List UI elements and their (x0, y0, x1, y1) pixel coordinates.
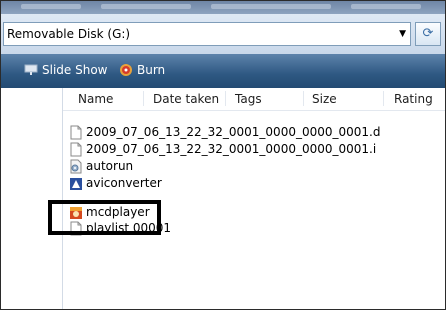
document-icon (70, 142, 82, 156)
column-rating[interactable]: Rating (394, 92, 433, 106)
address-bar: Removable Disk (G:) ▼ ⟳ (1, 14, 445, 54)
highlight-box (48, 200, 161, 235)
burn-icon (120, 64, 132, 76)
column-name[interactable]: Name (78, 92, 113, 106)
slideshow-icon (24, 64, 38, 75)
explorer-window: Removable Disk (G:) ▼ ⟳ Slide Show Burn … (0, 0, 446, 310)
file-name: autorun (86, 159, 134, 173)
file-row[interactable]: 2009_07_06_13_22_32_0001_0000_0000_0001.… (69, 124, 380, 140)
file-row[interactable]: autorun (69, 158, 133, 174)
navigation-divider (62, 88, 63, 309)
slideshow-label: Slide Show (42, 63, 108, 77)
file-row[interactable]: 2009_07_06_13_22_32_0001_0000_0000_0001.… (69, 141, 376, 157)
address-text: Removable Disk (G:) (7, 27, 131, 41)
document-icon (70, 125, 82, 139)
command-toolbar: Slide Show Burn (1, 54, 445, 88)
file-row[interactable]: aviconverter (69, 175, 162, 191)
file-name: aviconverter (86, 176, 162, 190)
column-date-taken[interactable]: Date taken (153, 92, 219, 106)
settings-file-icon (70, 159, 82, 173)
column-header-row: Name Date taken Tags Size Rating (63, 88, 445, 111)
column-tags[interactable]: Tags (235, 92, 262, 106)
column-size[interactable]: Size (312, 92, 337, 106)
refresh-icon[interactable]: ⟳ (415, 22, 441, 46)
burn-button[interactable]: Burn (119, 63, 165, 77)
title-bar (1, 1, 445, 14)
file-name: 2009_07_06_13_22_32_0001_0000_0000_0001.… (86, 142, 377, 156)
file-name: 2009_07_06_13_22_32_0001_0000_0000_0001.… (86, 125, 381, 139)
address-field[interactable]: Removable Disk (G:) ▼ (3, 22, 411, 46)
burn-label: Burn (137, 63, 166, 77)
application-icon (70, 177, 82, 190)
slideshow-button[interactable]: Slide Show (24, 63, 107, 77)
file-list-pane: Name Date taken Tags Size Rating 2009_07… (1, 88, 445, 309)
chevron-down-icon[interactable]: ▼ (399, 29, 406, 39)
